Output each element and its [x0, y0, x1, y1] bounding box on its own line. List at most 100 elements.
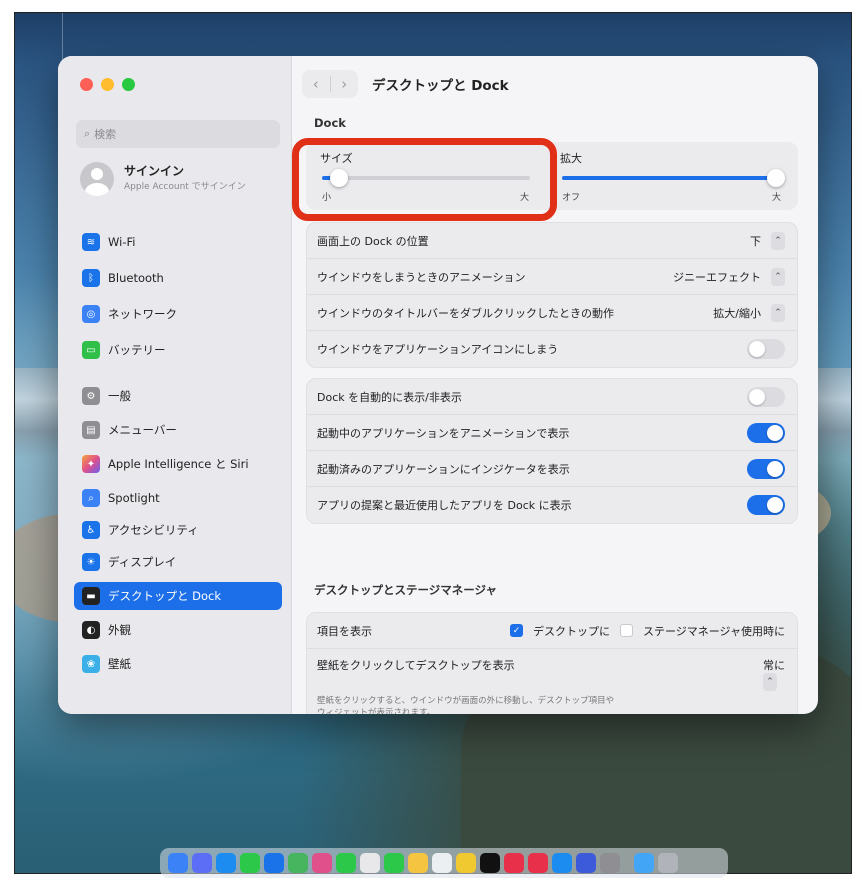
click-wallpaper-select[interactable]: 常に ⌃	[763, 657, 785, 691]
section-dock-header: Dock	[314, 116, 346, 130]
titlebar: ‹ › デスクトップと Dock	[302, 70, 509, 98]
sidebar-item-bluetooth[interactable]: ᛒ Bluetooth	[74, 264, 282, 292]
spotlight-icon: ⌕	[82, 489, 100, 507]
sidebar-item-general[interactable]: ⚙ 一般	[74, 382, 282, 410]
stage-card: 項目を表示 ✓ デスクトップに ステージマネージャ使用時に 壁紙をクリックしてデ…	[306, 612, 798, 714]
click-wallpaper-note: 壁紙をクリックすると、ウインドウが画面の外に移動し、デスクトップ項目やウィジェッ…	[317, 696, 615, 714]
minimize-button[interactable]	[101, 78, 114, 91]
magnify-slider-fill	[562, 176, 776, 180]
menubar-icon: ▤	[82, 421, 100, 439]
magnify-label: 拡大	[560, 152, 582, 165]
display-icon: ☀	[82, 553, 100, 571]
gear-icon: ⚙	[82, 387, 100, 405]
safari-icon[interactable]	[216, 853, 236, 873]
settings-icon[interactable]	[600, 853, 620, 873]
tv-icon[interactable]	[480, 853, 500, 873]
sidebar-item-desktop-dock[interactable]: ▬ デスクトップと Dock	[74, 582, 282, 610]
news-icon[interactable]	[528, 853, 548, 873]
sidebar-item-spotlight[interactable]: ⌕ Spotlight	[74, 484, 282, 512]
mail-icon[interactable]	[264, 853, 284, 873]
keynote-icon[interactable]	[576, 853, 596, 873]
show-on-desktop-checkbox[interactable]: ✓	[509, 624, 523, 637]
folder-icon[interactable]	[634, 853, 654, 873]
sidebar-item-appearance[interactable]: ◐ 外観	[74, 616, 282, 644]
row-dock-position: 画面上の Dock の位置 下 ⌃	[307, 223, 797, 259]
dock	[160, 848, 728, 878]
section-stage-header: デスクトップとステージマネージャ	[314, 583, 497, 597]
notes-icon[interactable]	[408, 853, 428, 873]
row-minimize-effect: ウインドウをしまうときのアニメーション ジニーエフェクト ⌃	[307, 259, 797, 295]
search-input[interactable]: ⌕ 検索	[76, 120, 280, 148]
sidebar-item-display[interactable]: ☀ ディスプレイ	[74, 548, 282, 576]
show-in-stage-manager-checkbox[interactable]	[619, 624, 633, 637]
avatar	[80, 162, 114, 196]
sidebar: ⌕ 検索 サインイン Apple Account でサインイン ≋ Wi-Fi …	[58, 56, 292, 714]
back-icon[interactable]: ‹	[302, 75, 330, 93]
music-icon[interactable]	[504, 853, 524, 873]
photos-icon[interactable]	[312, 853, 332, 873]
sidebar-item-wallpaper[interactable]: ❀ 壁紙	[74, 650, 282, 678]
magnify-max-label: 大	[772, 193, 782, 203]
suggested-apps-toggle[interactable]	[747, 495, 785, 515]
globe-icon: ◎	[82, 305, 100, 323]
background-window-edge	[15, 13, 63, 293]
row-titlebar-double-click: ウインドウのタイトルバーをダブルクリックしたときの動作 拡大/縮小 ⌃	[307, 295, 797, 331]
sidebar-item-accessibility[interactable]: ♿ アクセシビリティ	[74, 516, 282, 544]
reminders-icon[interactable]	[432, 853, 452, 873]
sidebar-item-network[interactable]: ◎ ネットワーク	[74, 300, 282, 328]
updown-icon: ⌃	[771, 303, 785, 322]
row-minimize-into-icon: ウインドウをアプリケーションアイコンにしまう	[307, 331, 797, 367]
dock-icon: ▬	[82, 587, 100, 605]
page-title: デスクトップと Dock	[372, 78, 509, 94]
battery-icon: ▭	[82, 341, 100, 359]
nav-buttons: ‹ ›	[302, 70, 358, 98]
magnify-slider-knob[interactable]	[767, 169, 785, 187]
siri-icon: ✦	[82, 455, 100, 473]
zoom-button[interactable]	[122, 78, 135, 91]
updown-icon: ⌃	[771, 231, 785, 250]
accessibility-icon: ♿	[82, 521, 100, 539]
traffic-lights	[80, 78, 135, 91]
autohide-toggle[interactable]	[747, 386, 785, 407]
signin-item[interactable]: サインイン Apple Account でサインイン	[80, 162, 254, 196]
trash-icon[interactable]	[658, 853, 678, 873]
sidebar-item-apple-intelligence[interactable]: ✦ Apple Intelligence と Siri	[74, 450, 282, 478]
row-show-indicators: 起動済みのアプリケーションにインジケータを表示	[307, 451, 797, 487]
highlight-box	[292, 138, 557, 221]
facetime-icon[interactable]	[336, 853, 356, 873]
row-click-wallpaper: 壁紙をクリックしてデスクトップを表示 常に ⌃	[307, 649, 797, 691]
row-autohide: Dock を自動的に表示/非表示	[307, 379, 797, 415]
launchpad-icon[interactable]	[192, 853, 212, 873]
phone-icon[interactable]	[384, 853, 404, 873]
animate-opening-toggle[interactable]	[747, 422, 785, 443]
forward-icon[interactable]: ›	[331, 75, 359, 93]
close-button[interactable]	[80, 78, 93, 91]
wifi-icon: ≋	[82, 233, 100, 251]
minimize-into-icon-toggle[interactable]	[747, 339, 785, 359]
sidebar-item-menubar[interactable]: ▤ メニューバー	[74, 416, 282, 444]
dock-behavior-card: Dock を自動的に表示/非表示 起動中のアプリケーションをアニメーションで表示…	[306, 378, 798, 524]
double-click-select[interactable]: 拡大/縮小 ⌃	[713, 303, 785, 322]
appstore-icon[interactable]	[552, 853, 572, 873]
magnify-min-label: オフ	[562, 193, 581, 203]
row-animate-opening: 起動中のアプリケーションをアニメーションで表示	[307, 415, 797, 451]
bluetooth-icon: ᛒ	[82, 269, 100, 287]
maps-icon[interactable]	[288, 853, 308, 873]
row-suggested-apps: アプリの提案と最近使用したアプリを Dock に表示	[307, 487, 797, 523]
sidebar-item-wifi[interactable]: ≋ Wi-Fi	[74, 228, 282, 256]
minimize-effect-select[interactable]: ジニーエフェクト ⌃	[673, 267, 785, 286]
dock-position-select[interactable]: 下 ⌃	[750, 231, 785, 250]
updown-icon: ⌃	[771, 267, 785, 286]
signin-subtitle: Apple Account でサインイン	[124, 182, 246, 192]
calendar-icon[interactable]	[360, 853, 380, 873]
signin-title: サインイン	[124, 164, 185, 178]
dock-settings-card: 画面上の Dock の位置 下 ⌃ ウインドウをしまうときのアニメーション ジニ…	[306, 222, 798, 368]
magnify-slider[interactable]	[562, 169, 785, 187]
wallpaper-icon: ❀	[82, 655, 100, 673]
sidebar-item-battery[interactable]: ▭ バッテリー	[74, 336, 282, 364]
appearance-icon: ◐	[82, 621, 100, 639]
messages-icon[interactable]	[240, 853, 260, 873]
show-indicators-toggle[interactable]	[747, 458, 785, 479]
notes2-icon[interactable]	[456, 853, 476, 873]
finder-icon[interactable]	[168, 853, 188, 873]
